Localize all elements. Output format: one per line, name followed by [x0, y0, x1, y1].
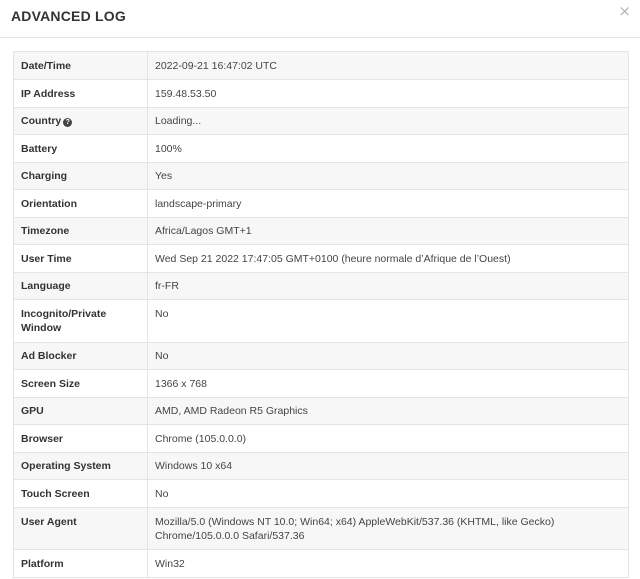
row-value: Wed Sep 21 2022 17:47:05 GMT+0100 (heure…	[147, 244, 629, 273]
row-value: 100%	[147, 134, 629, 163]
row-value: 159.48.53.50	[147, 79, 629, 108]
log-row-gpu: GPU AMD, AMD Radeon R5 Graphics	[13, 397, 629, 425]
row-value: Windows 10 x64	[147, 452, 629, 480]
row-label: Platform	[13, 549, 148, 578]
row-label: Ad Blocker	[13, 342, 148, 370]
row-label: Timezone	[13, 217, 148, 245]
row-value: No	[147, 479, 629, 508]
row-label: Date/Time	[13, 51, 148, 80]
log-row-screen-size: Screen Size 1366 x 768	[13, 369, 629, 398]
log-row-ad-blocker: Ad Blocker No	[13, 342, 629, 370]
advanced-log-modal: ADVANCED LOG × Date/Time 2022-09-21 16:4…	[0, 0, 640, 579]
row-label: Charging	[13, 162, 148, 190]
log-row-operating-system: Operating System Windows 10 x64	[13, 452, 629, 480]
log-row-timezone: Timezone Africa/Lagos GMT+1	[13, 217, 629, 245]
row-value: Win32	[147, 549, 629, 578]
log-row-country: Country? Loading...	[13, 107, 629, 135]
log-table: Date/Time 2022-09-21 16:47:02 UTC IP Add…	[13, 51, 629, 578]
row-value: Loading...	[147, 107, 629, 135]
row-label: Browser	[13, 424, 148, 453]
row-value: fr-FR	[147, 272, 629, 300]
row-value: AMD, AMD Radeon R5 Graphics	[147, 397, 629, 425]
row-label: User Agent	[13, 507, 148, 550]
row-label: IP Address	[13, 79, 148, 108]
close-icon[interactable]: ×	[618, 4, 631, 19]
row-label: Country	[21, 115, 62, 127]
log-row-charging: Charging Yes	[13, 162, 629, 190]
row-label: Orientation	[13, 189, 148, 218]
row-label: Screen Size	[13, 369, 148, 398]
row-value: Chrome (105.0.0.0)	[147, 424, 629, 453]
row-value: No	[147, 342, 629, 370]
log-row-language: Language fr-FR	[13, 272, 629, 300]
modal-header: ADVANCED LOG ×	[0, 0, 640, 38]
row-value: Yes	[147, 162, 629, 190]
log-row-browser: Browser Chrome (105.0.0.0)	[13, 424, 629, 453]
log-row-user-agent: User Agent Mozilla/5.0 (Windows NT 10.0;…	[13, 507, 629, 550]
log-row-battery: Battery 100%	[13, 134, 629, 163]
row-value: 2022-09-21 16:47:02 UTC	[147, 51, 629, 80]
modal-title: ADVANCED LOG	[11, 8, 126, 24]
row-label: Operating System	[13, 452, 148, 480]
log-row-orientation: Orientation landscape-primary	[13, 189, 629, 218]
question-circle-icon[interactable]: ?	[63, 118, 73, 127]
row-value: 1366 x 768	[147, 369, 629, 398]
log-row-user-time: User Time Wed Sep 21 2022 17:47:05 GMT+0…	[13, 244, 629, 273]
log-row-incognito: Incognito/Private Window No	[13, 299, 629, 343]
row-label: GPU	[13, 397, 148, 425]
row-label: Touch Screen	[13, 479, 148, 508]
row-label: Incognito/Private Window	[13, 299, 148, 343]
row-label: User Time	[13, 244, 148, 273]
row-label-country: Country?	[13, 107, 148, 135]
log-table-container: Date/Time 2022-09-21 16:47:02 UTC IP Add…	[13, 51, 629, 578]
row-label: Language	[13, 272, 148, 300]
row-value: Mozilla/5.0 (Windows NT 10.0; Win64; x64…	[147, 507, 629, 550]
row-value: landscape-primary	[147, 189, 629, 218]
log-row-touch-screen: Touch Screen No	[13, 479, 629, 508]
log-row-date-time: Date/Time 2022-09-21 16:47:02 UTC	[13, 51, 629, 80]
row-label: Battery	[13, 134, 148, 163]
row-value: Africa/Lagos GMT+1	[147, 217, 629, 245]
log-row-ip-address: IP Address 159.48.53.50	[13, 79, 629, 108]
row-value: No	[147, 299, 629, 343]
log-row-platform: Platform Win32	[13, 549, 629, 578]
